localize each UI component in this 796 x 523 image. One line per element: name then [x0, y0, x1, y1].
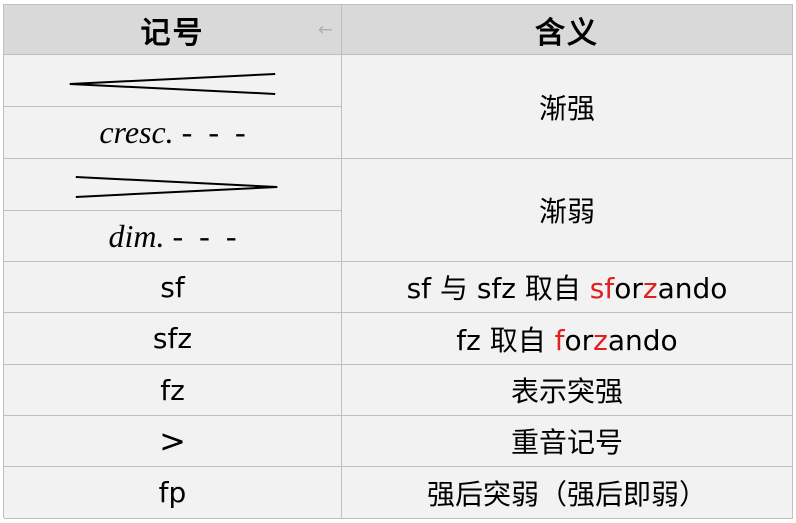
- sfz-symbol: sfz: [152, 322, 193, 355]
- dim-text-cell: dim. - - -: [4, 211, 342, 262]
- cresc-meaning: 渐强: [538, 91, 595, 125]
- dim-meaning: 渐弱: [538, 195, 595, 228]
- accent-meaning-cell: 重音记号: [342, 416, 793, 467]
- sf-meaning-cell: sf 与 sfz 取自 sforzando: [342, 262, 793, 313]
- sf-meaning-prefix: sf 与 sfz 取自: [406, 272, 590, 305]
- cresc-text: cresc. - - -: [99, 114, 246, 150]
- sfz-meaning-prefix: fz 取自: [456, 323, 555, 357]
- sfz-meaning-or: or: [564, 323, 594, 357]
- cresc-meaning-cell: 渐强: [342, 55, 793, 159]
- fz-symbol: fz: [160, 373, 185, 407]
- sfz-symbol-cell: sfz: [4, 313, 342, 365]
- accent-symbol: >: [159, 422, 186, 460]
- sfz-meaning-cell: fz 取自 forzando: [342, 313, 793, 365]
- sf-meaning-highlight-sf: sf: [589, 272, 615, 305]
- sfz-meaning-highlight-z: z: [593, 323, 608, 357]
- sf-meaning-suffix: ando: [657, 272, 728, 305]
- sf-meaning-or: or: [614, 272, 643, 305]
- sf-symbol-cell: sf: [4, 262, 342, 313]
- arrow-left-icon: ←: [317, 19, 335, 40]
- accent-meaning: 重音记号: [510, 426, 623, 459]
- header-meaning: 含义: [342, 5, 793, 55]
- header-symbol: 记号 ←: [4, 5, 342, 55]
- music-notation-table: 记号 ← 含义 cresc. - - - 渐强 dim. - - - 渐弱 sf: [3, 4, 793, 519]
- header-symbol-label: 记号: [140, 15, 205, 51]
- dim-meaning-cell: 渐弱: [342, 159, 793, 262]
- dim-text: dim. - - -: [108, 217, 237, 254]
- accent-symbol-cell: >: [4, 416, 342, 467]
- diminuendo-hairpin-cell: [4, 159, 342, 211]
- fp-symbol: fp: [158, 476, 187, 509]
- sfz-meaning-suffix: ando: [607, 323, 678, 357]
- cresc-text-cell: cresc. - - -: [4, 107, 342, 159]
- fp-symbol-cell: fp: [4, 467, 342, 519]
- fz-meaning-cell: 表示突强: [342, 365, 793, 416]
- diminuendo-hairpin-icon: [75, 175, 278, 198]
- crescendo-hairpin-cell: [4, 55, 342, 107]
- fp-meaning-cell: 强后突弱（强后即弱）: [342, 467, 793, 519]
- fz-symbol-cell: fz: [4, 365, 342, 416]
- sf-meaning-highlight-z: z: [642, 272, 658, 305]
- sfz-meaning-highlight-f: f: [554, 323, 565, 357]
- sfz-meaning: fz 取自 forzando: [456, 319, 677, 359]
- crescendo-hairpin-icon: [69, 72, 276, 95]
- sf-symbol: sf: [160, 270, 185, 304]
- fz-meaning: 表示突强: [510, 375, 623, 408]
- header-meaning-label: 含义: [535, 15, 599, 51]
- sf-meaning: sf 与 sfz 取自 sforzando: [407, 267, 728, 307]
- fp-meaning: 强后突弱（强后即弱）: [426, 477, 707, 511]
